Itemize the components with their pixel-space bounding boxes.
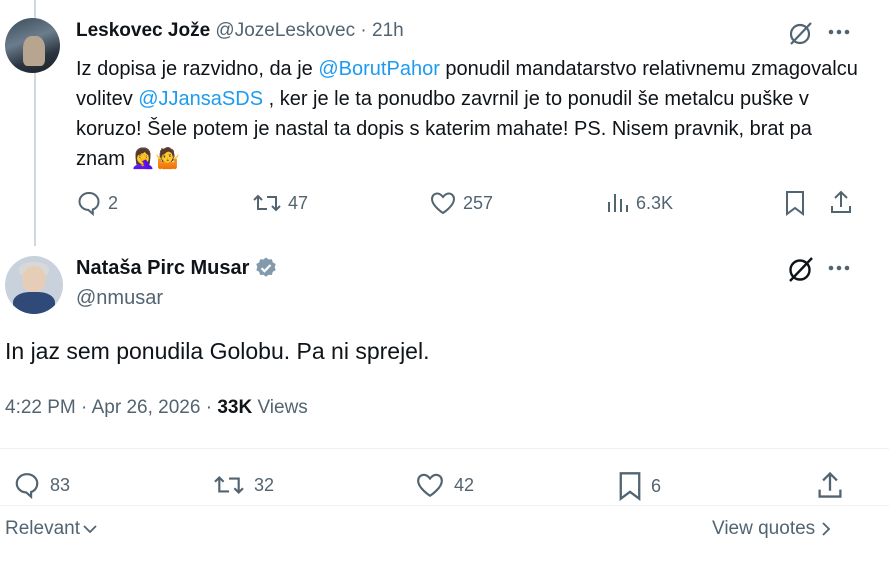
chevron-right-icon [822,522,831,536]
separator: · [200,397,218,418]
views-button[interactable]: 6.3K [606,190,673,216]
view-quotes-label: View quotes [712,518,816,539]
more-icon[interactable] [826,258,852,283]
author-name[interactable]: Nataša Pirc Musar [76,257,249,280]
repost-icon [253,194,281,212]
like-button[interactable]: 42 [414,471,474,499]
mention-link[interactable]: @JJansaSDS [138,88,263,110]
reply-icon [15,473,39,499]
share-icon [831,190,851,213]
sort-label: Relevant [5,518,80,539]
repost-icon [214,475,244,495]
tweet-header: Leskovec Jože @JozeLeskovec · 21h [76,20,404,42]
share-button[interactable] [816,470,844,505]
author-handle[interactable]: @nmusar [76,287,163,310]
view-quotes-link[interactable]: View quotes [712,518,833,540]
reply-button[interactable]: 2 [76,190,118,216]
tweet-time[interactable]: 4:22 PM [5,397,76,418]
tweet-text: Iz dopisa je razvidno, da je @BorutPahor… [76,54,866,174]
divider [0,505,889,506]
reply-count: 2 [108,192,119,213]
author-handle[interactable]: @JozeLeskovec [215,20,355,41]
grok-icon[interactable] [787,255,815,288]
avatar[interactable] [5,256,63,314]
repost-button[interactable]: 47 [252,190,308,216]
bookmark-icon [786,191,804,216]
tweet-text: In jaz sem ponudila Golobu. Pa ni spreje… [5,338,430,364]
like-button[interactable]: 257 [429,190,493,216]
timestamp[interactable]: 21h [372,20,404,41]
view-count: 6.3K [636,192,674,213]
reply-icon [78,191,100,216]
separator: · [355,20,373,41]
reply-button[interactable]: 83 [12,471,70,499]
emoji: 🤦‍♀️🤷 [130,148,181,170]
verified-badge-icon [256,257,277,277]
tweet-date[interactable]: Apr 26, 2026 [92,397,201,418]
author-name-row: Nataša Pirc Musar [76,256,278,280]
mention-link[interactable]: @BorutPahor [318,58,439,80]
bookmark-button[interactable] [784,190,806,221]
divider [0,448,889,449]
analytics-icon [608,194,628,212]
author-name[interactable]: Leskovec Jože [76,20,210,41]
share-icon [818,471,842,498]
repost-count: 32 [254,474,275,495]
like-count: 42 [454,474,475,495]
repost-button[interactable]: 32 [212,471,274,499]
bookmark-count: 6 [651,475,662,496]
text-part: Iz dopisa je razvidno, da je [76,58,319,80]
separator: · [75,397,92,418]
like-count: 257 [463,192,494,213]
grok-icon[interactable] [788,20,814,51]
tweet-meta: 4:22 PM · Apr 26, 2026 · 33K Views [5,397,308,419]
reply-count: 83 [50,474,71,495]
sort-dropdown[interactable]: Relevant [5,518,97,540]
heart-icon [430,192,456,215]
bookmark-button[interactable]: 6 [617,471,661,501]
avatar[interactable] [5,18,60,73]
views-label: Views [252,397,308,418]
bookmark-icon [619,472,641,501]
repost-count: 47 [288,192,309,213]
share-button[interactable] [829,189,853,220]
chevron-down-icon [83,525,97,534]
views-count: 33K [217,397,253,418]
heart-icon [417,473,443,498]
more-icon[interactable] [826,22,852,47]
